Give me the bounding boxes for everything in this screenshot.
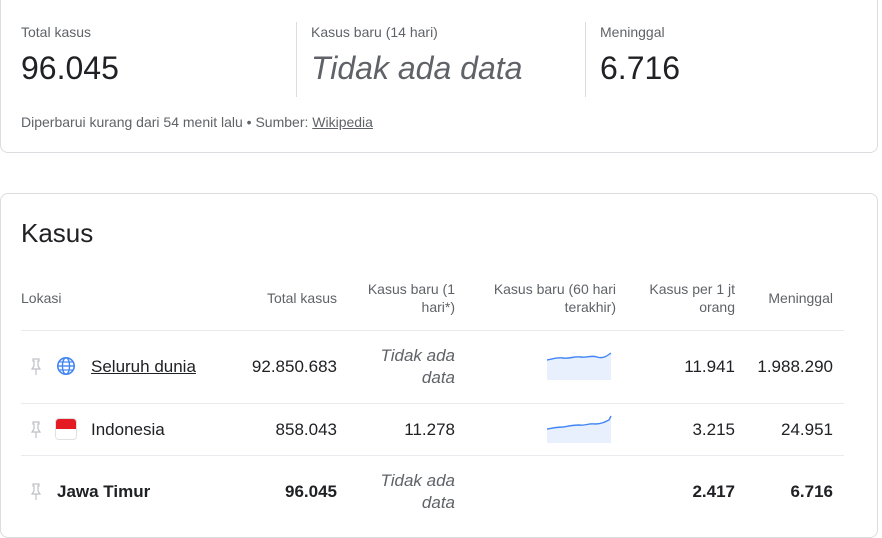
updated-text: Diperbarui kurang dari 54 menit lalu • S…: [21, 114, 313, 130]
summary-card: Total kasus 96.045 Kasus baru (14 hari) …: [0, 0, 878, 153]
header-cases-per-1m-line2: orang: [699, 299, 735, 315]
deaths-label: Meninggal: [600, 24, 665, 40]
total-cases-value: 96.045: [21, 50, 119, 86]
section-title: Kasus: [21, 218, 94, 248]
header-new-cases-1d-line1: Kasus baru (1: [367, 281, 455, 297]
header-deaths: Meninggal: [768, 290, 833, 306]
sparkline-chart: [547, 415, 612, 443]
deaths-stat: Meninggal 6.716: [600, 23, 680, 88]
header-cases-per-1m: Kasus per 1 jt orang: [649, 280, 735, 316]
deaths-value: 6.716: [600, 50, 681, 86]
header-new-cases-60d: Kasus baru (60 hari terakhir): [494, 280, 616, 316]
cases-per-1m-cell: 3.215: [692, 420, 735, 439]
location-link-world[interactable]: Seluruh dunia: [91, 357, 196, 376]
row-divider: [21, 330, 844, 331]
deaths-cell: 24.951: [781, 420, 833, 439]
new-cases-1d-cell: Tidak ada data: [380, 470, 455, 514]
new-cases-14d-stat: Kasus baru (14 hari) Tidak ada data: [311, 23, 522, 88]
location-name: Jawa Timur: [57, 482, 151, 501]
new-cases-1d-line2: data: [421, 493, 455, 512]
header-new-cases-1d: Kasus baru (1 hari*): [368, 280, 455, 316]
total-cases-label: Total kasus: [21, 24, 92, 40]
total-cases-cell: 96.045: [285, 482, 337, 501]
header-total-cases: Total kasus: [266, 290, 337, 306]
new-cases-1d-cell: Tidak ada data: [380, 345, 455, 389]
header-location: Lokasi: [21, 290, 62, 306]
cases-per-1m-cell: 2.417: [692, 482, 735, 501]
divider: [296, 22, 297, 97]
new-cases-14d-value: Tidak ada data: [311, 50, 523, 86]
new-cases-1d-line2: data: [421, 368, 455, 387]
wikipedia-link[interactable]: Wikipedia: [312, 114, 373, 130]
new-cases-1d-cell: 11.278: [404, 420, 455, 439]
indonesia-flag-icon: [56, 419, 76, 439]
total-cases-stat: Total kasus 96.045: [21, 23, 119, 88]
pin-icon[interactable]: [29, 421, 43, 439]
row-divider: [21, 455, 844, 456]
cases-card: Kasus Lokasi Total kasus Kasus baru (1 h…: [0, 193, 878, 538]
cases-per-1m-cell: 11.941: [684, 357, 735, 376]
header-new-cases-60d-line2: terakhir): [564, 299, 616, 315]
globe-icon: [57, 357, 75, 375]
header-new-cases-60d-line1: Kasus baru (60 hari: [493, 281, 616, 297]
sparkline-chart: [547, 352, 612, 380]
location-name[interactable]: Indonesia: [91, 419, 165, 441]
location-name[interactable]: Seluruh dunia: [91, 356, 196, 378]
new-cases-1d-line1: Tidak ada: [380, 471, 455, 490]
new-cases-14d-label: Kasus baru (14 hari): [311, 24, 438, 40]
header-new-cases-1d-line2: hari*): [421, 299, 455, 315]
pin-icon[interactable]: [29, 483, 43, 501]
deaths-cell: 1.988.290: [757, 357, 833, 376]
new-cases-1d-line1: Tidak ada: [380, 346, 455, 365]
header-cases-per-1m-line1: Kasus per 1 jt: [649, 281, 735, 297]
row-divider: [21, 403, 844, 404]
total-cases-cell: 858.043: [275, 420, 337, 439]
pin-icon[interactable]: [29, 358, 43, 376]
updated-note: Diperbarui kurang dari 54 menit lalu • S…: [21, 114, 373, 130]
divider: [585, 22, 586, 97]
deaths-cell: 6.716: [790, 482, 833, 501]
total-cases-cell: 92.850.683: [251, 357, 337, 376]
